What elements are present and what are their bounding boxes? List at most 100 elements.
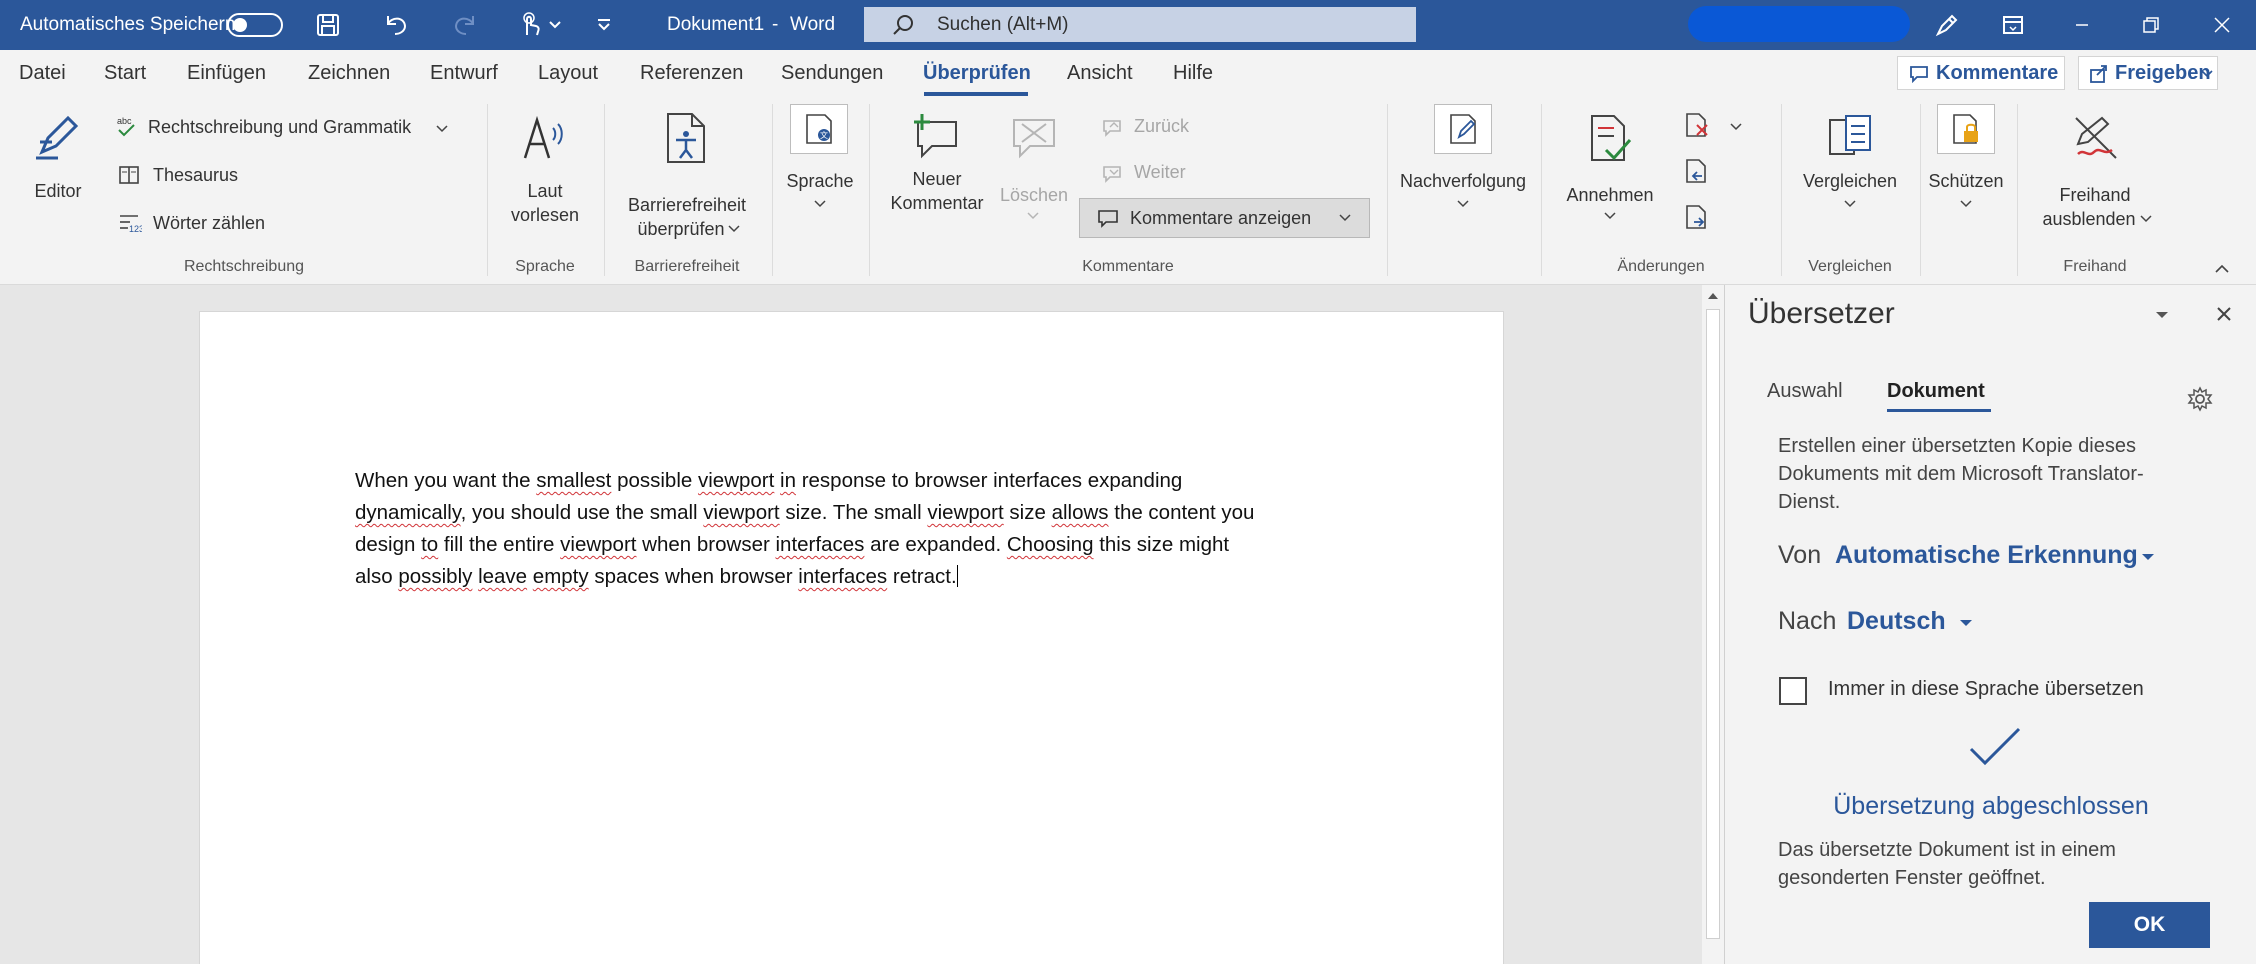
source-language-dropdown[interactable]: Automatische Erkennung	[1835, 537, 2175, 573]
next-comment-button[interactable]: Weiter	[1098, 160, 1218, 188]
next-change-button[interactable]	[1684, 204, 1714, 234]
tab-entwurf[interactable]: Entwurf	[430, 62, 498, 85]
tracking-button[interactable]: Nachverfolgung	[1398, 104, 1528, 224]
document-line-2[interactable]: dynamically, you should use the small vi…	[355, 501, 1254, 525]
chevron-down-icon	[2201, 70, 2213, 78]
title-separator: -	[772, 14, 779, 35]
tab-datei[interactable]: Datei	[19, 62, 66, 85]
accept-button[interactable]: Annehmen	[1558, 112, 1662, 242]
tab-sendungen[interactable]: Sendungen	[781, 62, 883, 85]
search-box[interactable]: Suchen (Alt+M)	[864, 7, 1416, 42]
document-line-4[interactable]: also possibly leave empty spaces when br…	[355, 565, 958, 589]
target-language-dropdown[interactable]: Deutsch	[1847, 603, 1987, 639]
account-button[interactable]	[1688, 6, 1910, 42]
comments-button[interactable]: Kommentare	[1897, 56, 2065, 90]
new-comment-icon	[914, 114, 957, 159]
tab-ueberpruefen[interactable]: Überprüfen	[923, 62, 1031, 85]
editor-button[interactable]: Editor	[20, 108, 96, 208]
chevron-down-icon	[1339, 214, 1351, 222]
new-comment-label-1: Neuer	[912, 169, 962, 189]
autosave-toggle[interactable]	[227, 13, 283, 37]
settings-gear-icon[interactable]	[2187, 386, 2213, 412]
hide-ink-button[interactable]: Freihand ausblenden	[2030, 112, 2160, 242]
hide-ink-label-1: Freihand	[2059, 185, 2131, 205]
accept-change-icon	[1591, 115, 1632, 161]
tab-zeichnen[interactable]: Zeichnen	[308, 62, 390, 85]
pane-options-icon[interactable]	[2155, 311, 2169, 319]
chevron-down-icon	[728, 225, 740, 233]
description-line-2: Dokuments mit dem Microsoft Translator-	[1778, 463, 2144, 485]
comment-icon	[1910, 66, 1928, 83]
app-name: Word	[790, 14, 836, 35]
document-page[interactable]	[199, 311, 1504, 964]
group-label-proofing: Rechtschreibung	[183, 258, 305, 275]
tab-layout[interactable]: Layout	[538, 62, 598, 85]
group-label-compare: Vergleichen	[1808, 258, 1892, 275]
previous-comment-button[interactable]: Zurück	[1098, 114, 1218, 142]
menu-bar: Datei Start Einfügen Zeichnen Entwurf La…	[0, 50, 2256, 98]
thesaurus-button[interactable]: Thesaurus	[114, 162, 294, 192]
ok-button[interactable]: OK	[2089, 902, 2210, 948]
protect-label: Schützen	[1928, 171, 2004, 191]
redo-icon[interactable]	[450, 10, 480, 40]
collapse-ribbon-icon[interactable]	[2214, 264, 2230, 274]
scrollbar-thumb[interactable]	[1706, 309, 1720, 939]
tab-document[interactable]: Dokument	[1887, 380, 1985, 403]
vertical-scrollbar[interactable]	[1702, 285, 1724, 964]
show-comments-label: Kommentare anzeigen	[1130, 208, 1312, 228]
restore-icon[interactable]	[2136, 10, 2166, 40]
tracking-label: Nachverfolgung	[1399, 171, 1527, 191]
minimize-icon[interactable]	[2067, 10, 2097, 40]
read-aloud-button[interactable]: Laut vorlesen	[505, 108, 585, 228]
tab-einfuegen[interactable]: Einfügen	[187, 62, 266, 85]
new-comment-button[interactable]: Neuer Kommentar	[884, 112, 990, 222]
from-label: Von	[1778, 541, 1822, 569]
accessibility-button[interactable]: Barrierefreiheit überprüfen	[622, 108, 752, 239]
reject-button[interactable]	[1684, 112, 1744, 142]
wordcount-button[interactable]: 123 Wörter zählen	[114, 210, 294, 240]
accessibility-check-icon	[667, 113, 705, 163]
chevron-down-icon	[436, 125, 448, 133]
checkmark-icon	[1969, 727, 2021, 766]
previous-change-button[interactable]	[1684, 158, 1714, 188]
tab-start[interactable]: Start	[104, 62, 146, 85]
tab-ansicht[interactable]: Ansicht	[1067, 62, 1133, 85]
read-aloud-icon	[523, 115, 563, 159]
accessibility-label-1: Barrierefreiheit	[627, 195, 747, 215]
show-comments-button[interactable]: Kommentare anzeigen	[1079, 198, 1370, 238]
previous-comment-label: Zurück	[1134, 116, 1190, 136]
tab-selection[interactable]: Auswahl	[1767, 380, 1843, 403]
comment-icon	[1098, 210, 1118, 228]
compare-button[interactable]: Vergleichen	[1794, 112, 1906, 232]
ribbon-display-options-icon[interactable]	[1998, 10, 2028, 40]
language-label: Sprache	[786, 171, 854, 191]
editor-pen-icon	[36, 115, 79, 160]
delete-comment-button[interactable]: Löschen	[1000, 112, 1068, 232]
search-placeholder: Suchen (Alt+M)	[937, 14, 1069, 35]
close-pane-icon[interactable]	[2215, 305, 2233, 323]
share-button[interactable]: Freigeben	[2078, 56, 2218, 90]
language-button[interactable]: 文 Sprache	[784, 104, 856, 224]
protect-button[interactable]: Schützen	[1926, 104, 2006, 224]
chevron-down-icon	[2142, 554, 2154, 560]
customize-toolbar-icon[interactable]	[589, 10, 619, 40]
spelling-button[interactable]: abc Rechtschreibung und Grammatik	[114, 114, 454, 144]
tab-referenzen[interactable]: Referenzen	[640, 62, 743, 85]
chevron-down-icon	[1960, 200, 1972, 208]
document-line-1[interactable]: When you want the smallest possible view…	[355, 469, 1182, 493]
ribbon: Editor abc Rechtschreibung und Grammatik…	[0, 98, 2256, 285]
result-line-1: Das übersetzte Dokument ist in einem	[1778, 839, 2116, 861]
save-icon[interactable]	[313, 10, 343, 40]
close-icon[interactable]	[2207, 10, 2237, 40]
language-icon: 文	[806, 114, 832, 144]
tab-hilfe[interactable]: Hilfe	[1173, 62, 1213, 85]
document-line-3[interactable]: design to fill the entire viewport when …	[355, 533, 1229, 557]
svg-text:abc: abc	[117, 116, 132, 126]
always-translate-checkbox[interactable]	[1779, 677, 1807, 705]
pen-icon[interactable]	[1932, 10, 1962, 40]
word-count-icon: 123	[120, 215, 142, 234]
accessibility-label-2: überprüfen	[637, 219, 725, 239]
scroll-up-icon[interactable]	[1707, 291, 1719, 301]
chevron-down-icon[interactable]	[540, 10, 570, 40]
undo-icon[interactable]	[381, 10, 411, 40]
